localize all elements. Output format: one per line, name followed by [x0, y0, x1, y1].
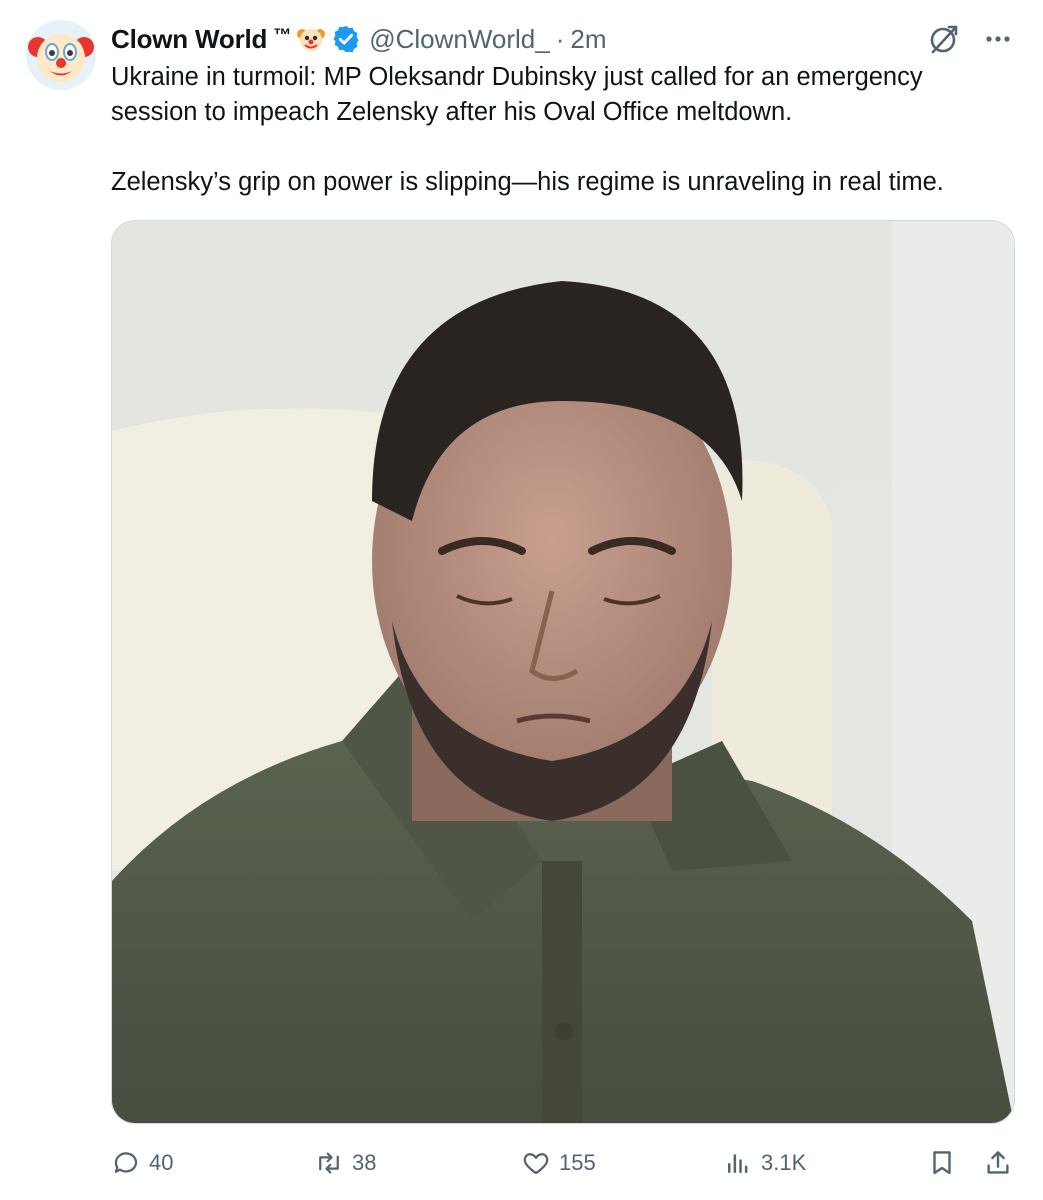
tweet-text-paragraph-2: Zelensky’s grip on power is slipping—his… — [111, 168, 944, 196]
share-button[interactable] — [983, 1140, 1013, 1186]
views-count: 3.1K — [761, 1150, 807, 1175]
user-handle[interactable]: @ClownWorld_ — [369, 24, 550, 55]
repost-icon — [319, 1152, 339, 1174]
repost-count: 38 — [352, 1150, 377, 1175]
tweet-action-bar: 40 38 155 3.1K — [111, 1140, 1013, 1186]
bookmark-icon — [933, 1151, 951, 1175]
tweet: Clown World ™ @ClownWorld_ · 2m Ukraine … — [0, 0, 1043, 1200]
reply-button[interactable]: 40 — [111, 1140, 173, 1186]
timestamp[interactable]: 2m — [570, 24, 606, 55]
display-name[interactable]: Clown World — [111, 24, 267, 55]
tweet-header: Clown World ™ @ClownWorld_ · 2m — [111, 20, 607, 58]
photo-illustration — [112, 221, 1014, 1123]
reply-count: 40 — [149, 1150, 174, 1175]
heart-icon — [523, 1153, 549, 1175]
avatar[interactable] — [26, 20, 96, 90]
reply-icon — [114, 1152, 138, 1173]
trademark-symbol: ™ — [273, 24, 292, 45]
tweet-text-paragraph-1: Ukraine in turmoil: MP Oleksandr Dubinsk… — [111, 63, 923, 126]
like-count: 155 — [559, 1150, 596, 1175]
tweet-text: Ukraine in turmoil: MP Oleksandr Dubinsk… — [111, 60, 1011, 200]
analytics-icon — [728, 1154, 748, 1173]
share-icon — [987, 1151, 1009, 1174]
verified-badge-icon[interactable] — [331, 24, 361, 54]
tweet-top-actions — [927, 22, 1013, 56]
separator-dot: · — [555, 23, 565, 54]
bookmark-button[interactable] — [927, 1140, 957, 1186]
repost-button[interactable]: 38 — [314, 1140, 376, 1186]
more-options-icon[interactable] — [983, 24, 1013, 54]
clown-emoji-icon — [295, 23, 327, 55]
like-button[interactable]: 155 — [521, 1140, 596, 1186]
clown-face-icon — [26, 20, 96, 90]
grok-icon[interactable] — [927, 22, 961, 56]
tweet-photo[interactable] — [111, 220, 1015, 1124]
views-button[interactable]: 3.1K — [723, 1140, 806, 1186]
